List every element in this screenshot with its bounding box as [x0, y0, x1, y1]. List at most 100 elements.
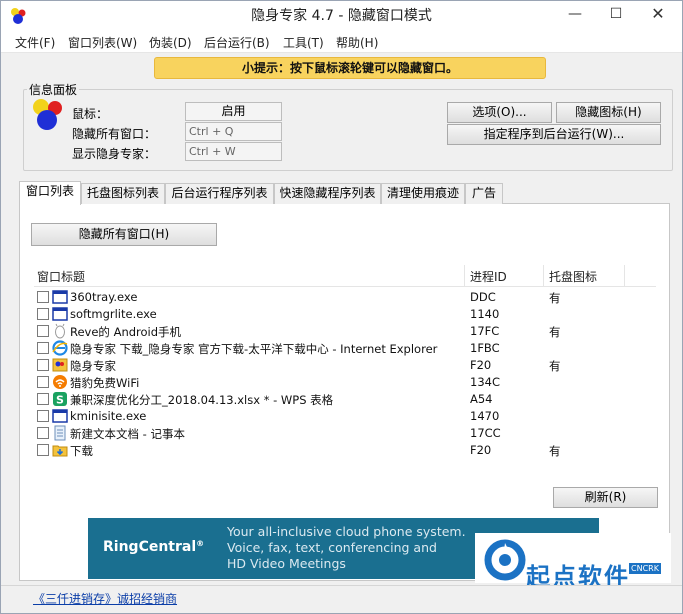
row-checkbox[interactable]: [37, 359, 49, 371]
mouse-status-field: 启用: [185, 102, 282, 121]
menu-background-run[interactable]: 后台运行(B): [204, 34, 270, 51]
row-pid: A54: [470, 392, 493, 406]
row-title: 兼职深度优化分工_2018.04.13.xlsx * - WPS 表格: [70, 393, 334, 407]
row-checkbox[interactable]: [37, 427, 49, 439]
row-checkbox[interactable]: [37, 410, 49, 422]
hide-all-shortcut-field[interactable]: Ctrl + Q: [185, 122, 282, 141]
window-icon: [52, 307, 68, 321]
table-row[interactable]: 新建文本文档 - 记事本 17CC: [34, 425, 656, 442]
menu-file[interactable]: 文件(F): [15, 34, 55, 51]
row-pid: 17FC: [470, 324, 500, 338]
notepad-icon: [54, 425, 66, 441]
watermark-tag: CNCRK: [629, 563, 661, 574]
row-checkbox[interactable]: [37, 308, 49, 320]
row-tray: 有: [549, 359, 561, 373]
close-button[interactable]: ✕: [635, 1, 681, 27]
row-title: kminisite.exe: [70, 409, 147, 423]
options-button[interactable]: 选项(O)...: [447, 102, 552, 123]
table-row[interactable]: kminisite.exe 1470: [34, 408, 656, 425]
info-panel-legend: 信息面板: [27, 81, 80, 98]
row-pid: 1470: [470, 409, 500, 423]
show-app-shortcut-field[interactable]: Ctrl + W: [185, 142, 282, 161]
wifi-icon: [53, 375, 67, 389]
tab-background-program-list[interactable]: 后台运行程序列表: [165, 183, 274, 204]
android-icon: [55, 323, 65, 339]
svg-text:S: S: [56, 394, 64, 407]
ad-line: HD Video Meetings: [227, 556, 346, 571]
row-tray: 有: [549, 444, 561, 458]
column-divider[interactable]: [624, 265, 625, 287]
column-process-id[interactable]: 进程ID: [470, 268, 507, 285]
row-pid: F20: [470, 358, 492, 372]
row-title: 360tray.exe: [70, 290, 138, 304]
column-tray-icon[interactable]: 托盘图标: [549, 268, 597, 285]
title-bar[interactable]: 隐身专家 4.7 - 隐藏窗口模式 — ☐ ✕: [1, 1, 682, 31]
app-logo-icon: [52, 358, 68, 372]
tab-quick-hide-list[interactable]: 快速隐藏程序列表: [274, 183, 381, 204]
app-logo-large-icon: [33, 99, 62, 130]
table-row[interactable]: softmgrlite.exe 1140: [34, 306, 656, 323]
row-checkbox[interactable]: [37, 291, 49, 303]
menu-window-list[interactable]: 窗口列表(W): [68, 34, 137, 51]
tab-tray-icon-list[interactable]: 托盘图标列表: [81, 183, 165, 204]
table-row[interactable]: 360tray.exe DDC 有: [34, 289, 656, 306]
mouse-label: 鼠标：: [72, 107, 109, 121]
row-title: 隐身专家: [70, 359, 116, 373]
row-pid: 1FBC: [470, 341, 500, 355]
maximize-button[interactable]: ☐: [597, 1, 635, 27]
row-title: 猎豹免费WiFi: [70, 376, 140, 390]
row-checkbox[interactable]: [37, 444, 49, 456]
row-title: 隐身专家 下载_隐身专家 官方下载-太平洋下载中心 - Internet Exp…: [70, 342, 438, 356]
menu-help[interactable]: 帮助(H): [336, 34, 378, 51]
promo-link[interactable]: 《三仟进销存》诚招经销商: [33, 590, 177, 607]
row-pid: F20: [470, 443, 492, 457]
wps-sheet-icon: S: [53, 392, 67, 407]
row-checkbox[interactable]: [37, 342, 49, 354]
table-row[interactable]: S 兼职深度优化分工_2018.04.13.xlsx * - WPS 表格 A5…: [34, 391, 656, 408]
ad-line: Your all-inclusive cloud phone system.: [227, 524, 466, 539]
row-pid: 17CC: [470, 426, 501, 440]
table-row[interactable]: 猎豹免费WiFi 134C: [34, 374, 656, 391]
table-row[interactable]: 下载 F20 有: [34, 442, 656, 459]
row-pid: 134C: [470, 375, 500, 389]
ie-icon: [52, 340, 68, 356]
table-row[interactable]: 隐身专家 F20 有: [34, 357, 656, 374]
row-pid: DDC: [470, 290, 496, 304]
table-row[interactable]: 隐身专家 下载_隐身专家 官方下载-太平洋下载中心 - Internet Exp…: [34, 340, 656, 357]
tab-ads[interactable]: 广告: [465, 183, 503, 204]
ad-line: Voice, fax, text, conferencing and: [227, 540, 437, 555]
tip-banner: 小提示：按下鼠标滚轮键可以隐藏窗口。: [154, 57, 546, 79]
window-icon: [52, 290, 68, 304]
row-pid: 1140: [470, 307, 500, 321]
menu-bar: 文件(F) 窗口列表(W) 伪装(D) 后台运行(B) 工具(T) 帮助(H): [1, 31, 682, 53]
tab-clear-traces[interactable]: 清理使用痕迹: [381, 183, 465, 204]
row-title: Reve的 Android手机: [70, 325, 182, 339]
hide-all-windows-button[interactable]: 隐藏所有窗口(H): [31, 223, 217, 246]
row-checkbox[interactable]: [37, 393, 49, 405]
ad-brand: RingCentral®: [103, 539, 205, 555]
refresh-button[interactable]: 刷新(R): [553, 487, 658, 508]
row-tray: 有: [549, 291, 561, 305]
assign-background-button[interactable]: 指定程序到后台运行(W)...: [447, 124, 661, 145]
row-checkbox[interactable]: [37, 376, 49, 388]
row-title: 新建文本文档 - 记事本: [70, 427, 185, 441]
menu-tools[interactable]: 工具(T): [283, 34, 324, 51]
tab-window-list[interactable]: 窗口列表: [19, 181, 81, 205]
app-window: 隐身专家 4.7 - 隐藏窗口模式 — ☐ ✕ 文件(F) 窗口列表(W) 伪装…: [0, 0, 683, 614]
row-tray: 有: [549, 325, 561, 339]
row-title: 下载: [70, 444, 93, 458]
hide-all-shortcut-label: 隐藏所有窗口：: [72, 127, 157, 141]
column-window-title[interactable]: 窗口标题: [37, 268, 85, 285]
hide-icon-button[interactable]: 隐藏图标(H): [556, 102, 661, 123]
column-divider[interactable]: [543, 265, 544, 287]
table-header: 窗口标题 进程ID 托盘图标: [34, 265, 656, 287]
column-divider[interactable]: [464, 265, 465, 287]
window-icon: [52, 409, 68, 423]
row-checkbox[interactable]: [37, 325, 49, 337]
minimize-button[interactable]: —: [556, 1, 594, 27]
show-app-shortcut-label: 显示隐身专家：: [72, 147, 157, 161]
folder-download-icon: [52, 445, 68, 457]
menu-disguise[interactable]: 伪装(D): [149, 34, 192, 51]
table-row[interactable]: Reve的 Android手机 17FC 有: [34, 323, 656, 340]
row-title: softmgrlite.exe: [70, 307, 157, 321]
